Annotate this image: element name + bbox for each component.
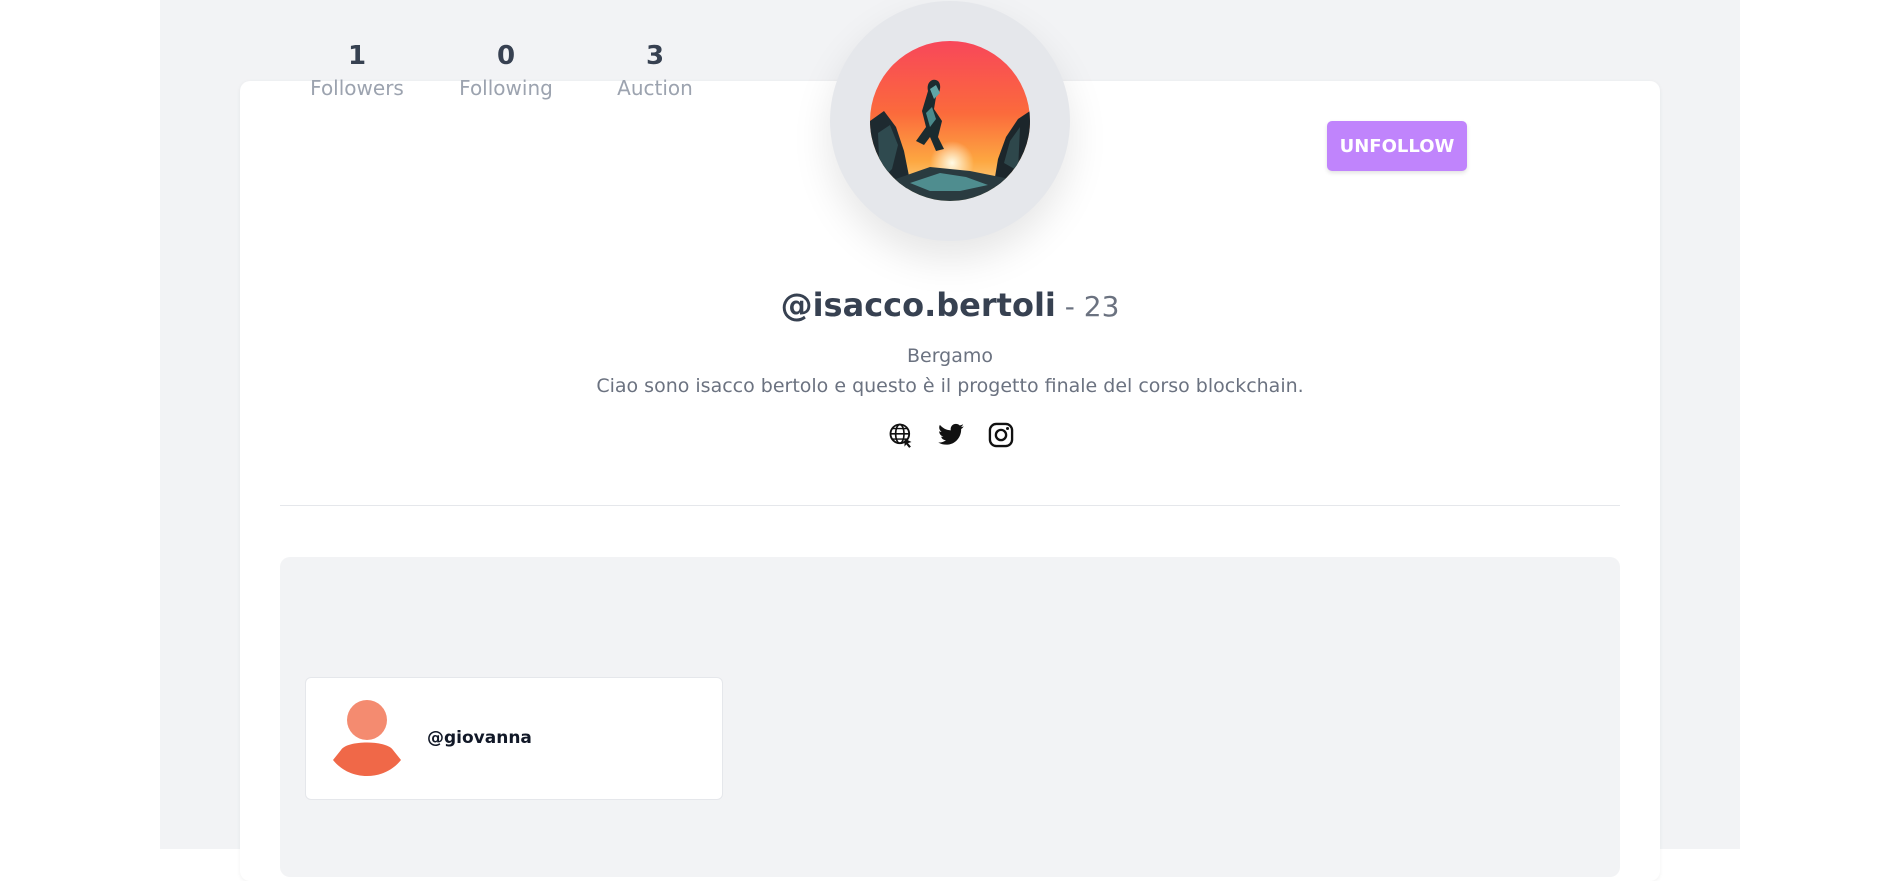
profile-avatar-frame: [830, 1, 1070, 241]
stat-auction[interactable]: 3 Auction: [600, 41, 710, 101]
unfollow-button[interactable]: UNFOLLOW: [1327, 121, 1467, 171]
globe-icon[interactable]: [887, 421, 915, 449]
instagram-icon[interactable]: [987, 421, 1015, 449]
section-divider: [280, 505, 1620, 506]
profile-avatar-image: [870, 41, 1030, 201]
stat-following[interactable]: 0 Following: [451, 41, 561, 101]
stat-followers-label: Followers: [310, 76, 404, 100]
profile-username: @isacco.bertoli: [780, 286, 1056, 324]
stat-auction-label: Auction: [617, 76, 693, 100]
stat-followers[interactable]: 1 Followers: [302, 41, 412, 101]
stat-auction-value: 3: [645, 41, 665, 71]
stat-following-label: Following: [459, 76, 553, 100]
stat-following-value: 0: [496, 41, 516, 71]
profile-avatar: [870, 41, 1030, 201]
profile-heading: @isacco.bertoli - 23: [240, 285, 1660, 331]
stat-followers-value: 1: [347, 41, 367, 71]
list-item[interactable]: @giovanna: [305, 677, 723, 800]
profile-bio: Ciao sono isacco bertolo e questo è il p…: [596, 375, 1304, 397]
user-avatar-icon: [333, 700, 401, 776]
twitter-icon[interactable]: [937, 421, 965, 449]
profile-age: - 23: [1055, 290, 1120, 323]
profile-location: Bergamo: [906, 345, 994, 367]
list-item-username: @giovanna: [427, 728, 532, 748]
